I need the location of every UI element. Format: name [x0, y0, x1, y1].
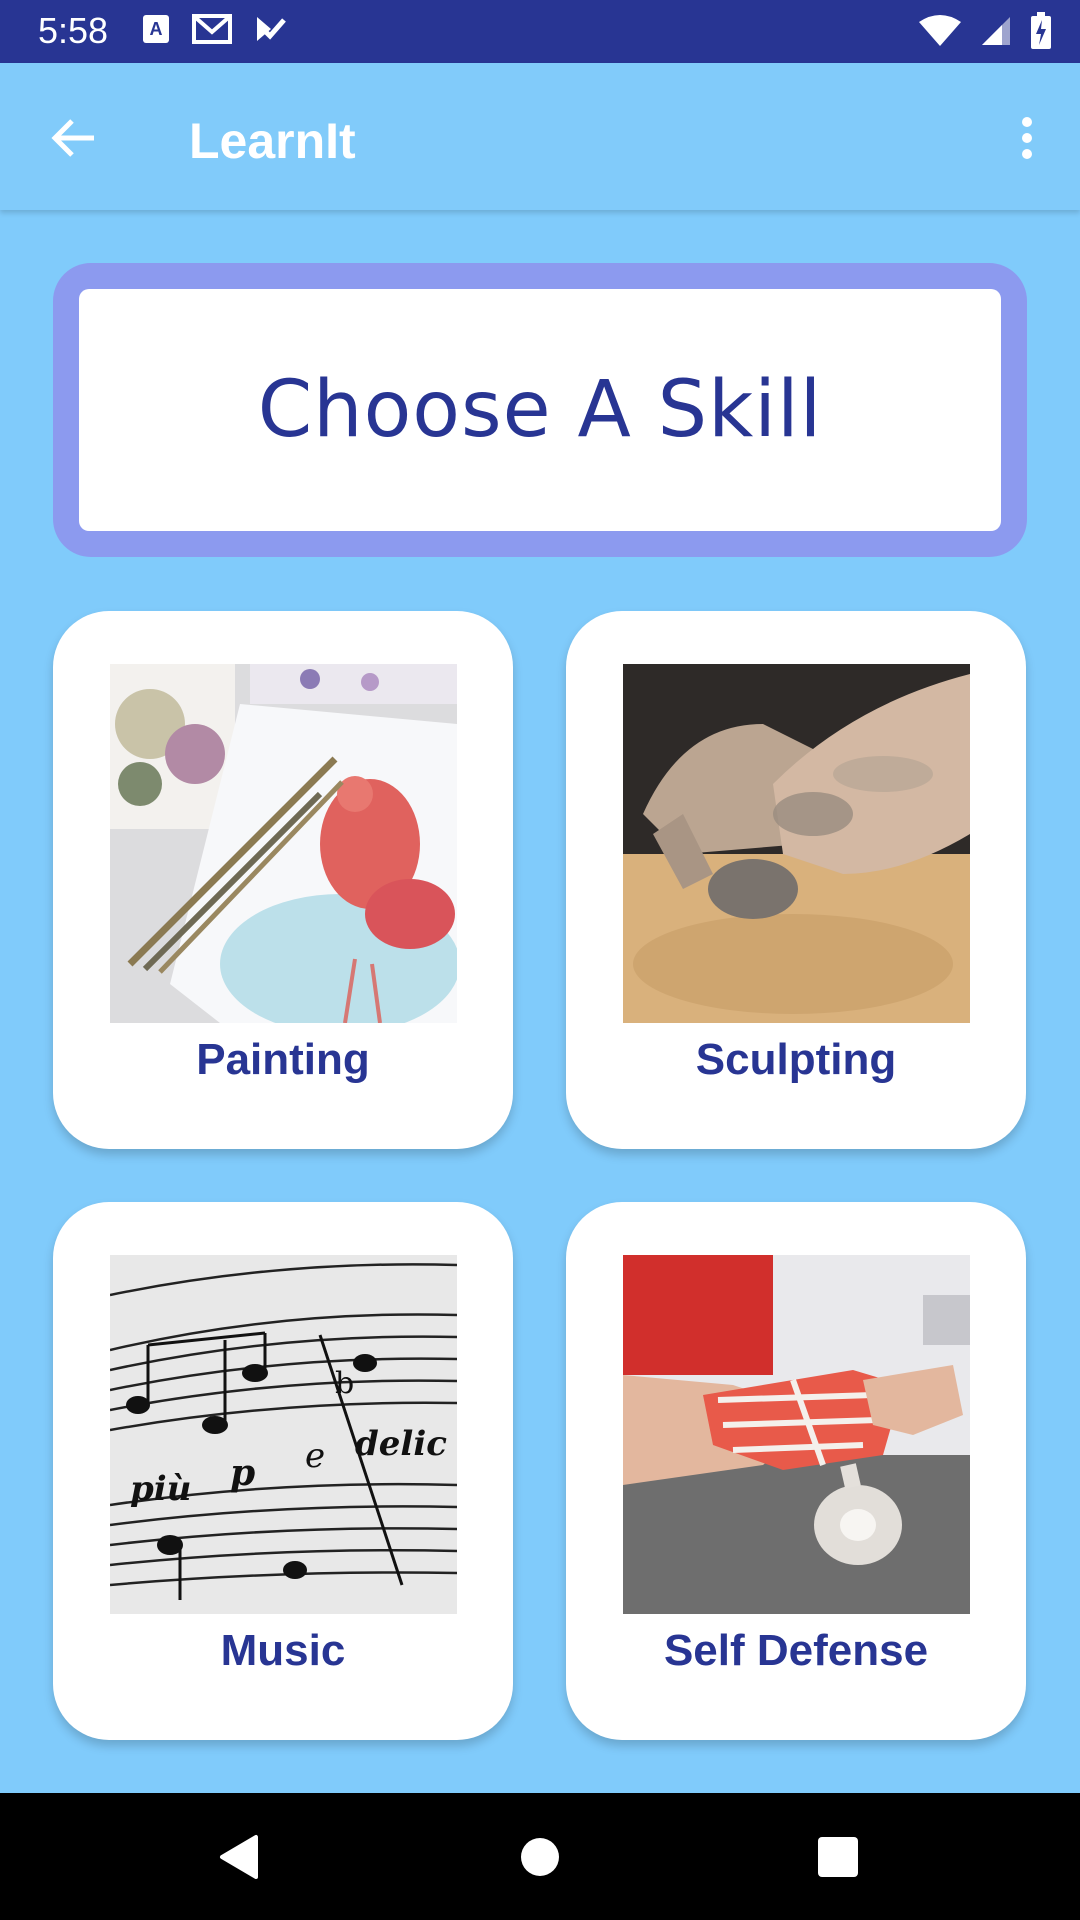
notification-icons: A — [142, 14, 286, 50]
skill-label: Self Defense — [663, 1626, 929, 1675]
skill-card-self-defense[interactable]: Self Defense — [566, 1202, 1026, 1740]
skill-card-music[interactable]: più p e delic b Music — [53, 1202, 513, 1740]
nav-recents-button[interactable] — [796, 1815, 880, 1899]
skill-label: Painting — [196, 1035, 370, 1084]
header-card: Choose A Skill — [53, 263, 1027, 557]
app-title: LearnIt — [189, 113, 356, 169]
wifi-icon — [919, 15, 961, 46]
svg-text:delic: delic — [355, 1424, 447, 1464]
nav-back-button[interactable] — [196, 1815, 280, 1899]
nav-back-triangle-icon — [220, 1835, 258, 1879]
painting-image — [110, 664, 457, 1023]
header-inner: Choose A Skill — [79, 289, 1001, 531]
task-check-icon — [257, 17, 286, 41]
skill-card-sculpting[interactable]: Sculpting — [566, 611, 1026, 1149]
self-defense-image — [623, 1255, 970, 1614]
gmail-icon — [192, 14, 232, 44]
more-vert-icon — [1022, 117, 1032, 159]
cell-signal-icon — [982, 17, 1010, 45]
svg-text:b: b — [335, 1366, 354, 1401]
skill-label: Music — [220, 1626, 346, 1675]
svg-text:più: più — [130, 1469, 191, 1509]
system-icons — [918, 12, 1052, 50]
nav-recents-square-icon — [818, 1837, 858, 1877]
svg-text:A: A — [150, 19, 163, 39]
nav-home-button[interactable] — [498, 1815, 582, 1899]
nav-home-circle-icon — [521, 1838, 559, 1876]
skill-card-painting[interactable]: Painting — [53, 611, 513, 1149]
sculpting-image — [623, 664, 970, 1023]
back-button[interactable] — [40, 105, 106, 171]
music-image: più p e delic b — [110, 1255, 457, 1614]
page-title: Choose A Skill — [257, 365, 823, 455]
battery-charging-icon — [1031, 12, 1051, 49]
navigation-bar — [0, 1793, 1080, 1920]
svg-text:p: p — [230, 1452, 255, 1494]
status-time: 5:58 — [38, 10, 109, 51]
svg-text:e: e — [305, 1436, 325, 1476]
keyboard-a-icon: A — [143, 15, 169, 43]
arrow-back-icon — [51, 119, 94, 157]
app-bar: LearnIt — [0, 63, 1080, 210]
status-bar: 5:58 A — [0, 0, 1080, 63]
overflow-menu-button[interactable] — [994, 105, 1060, 171]
skill-label: Sculpting — [695, 1035, 897, 1084]
